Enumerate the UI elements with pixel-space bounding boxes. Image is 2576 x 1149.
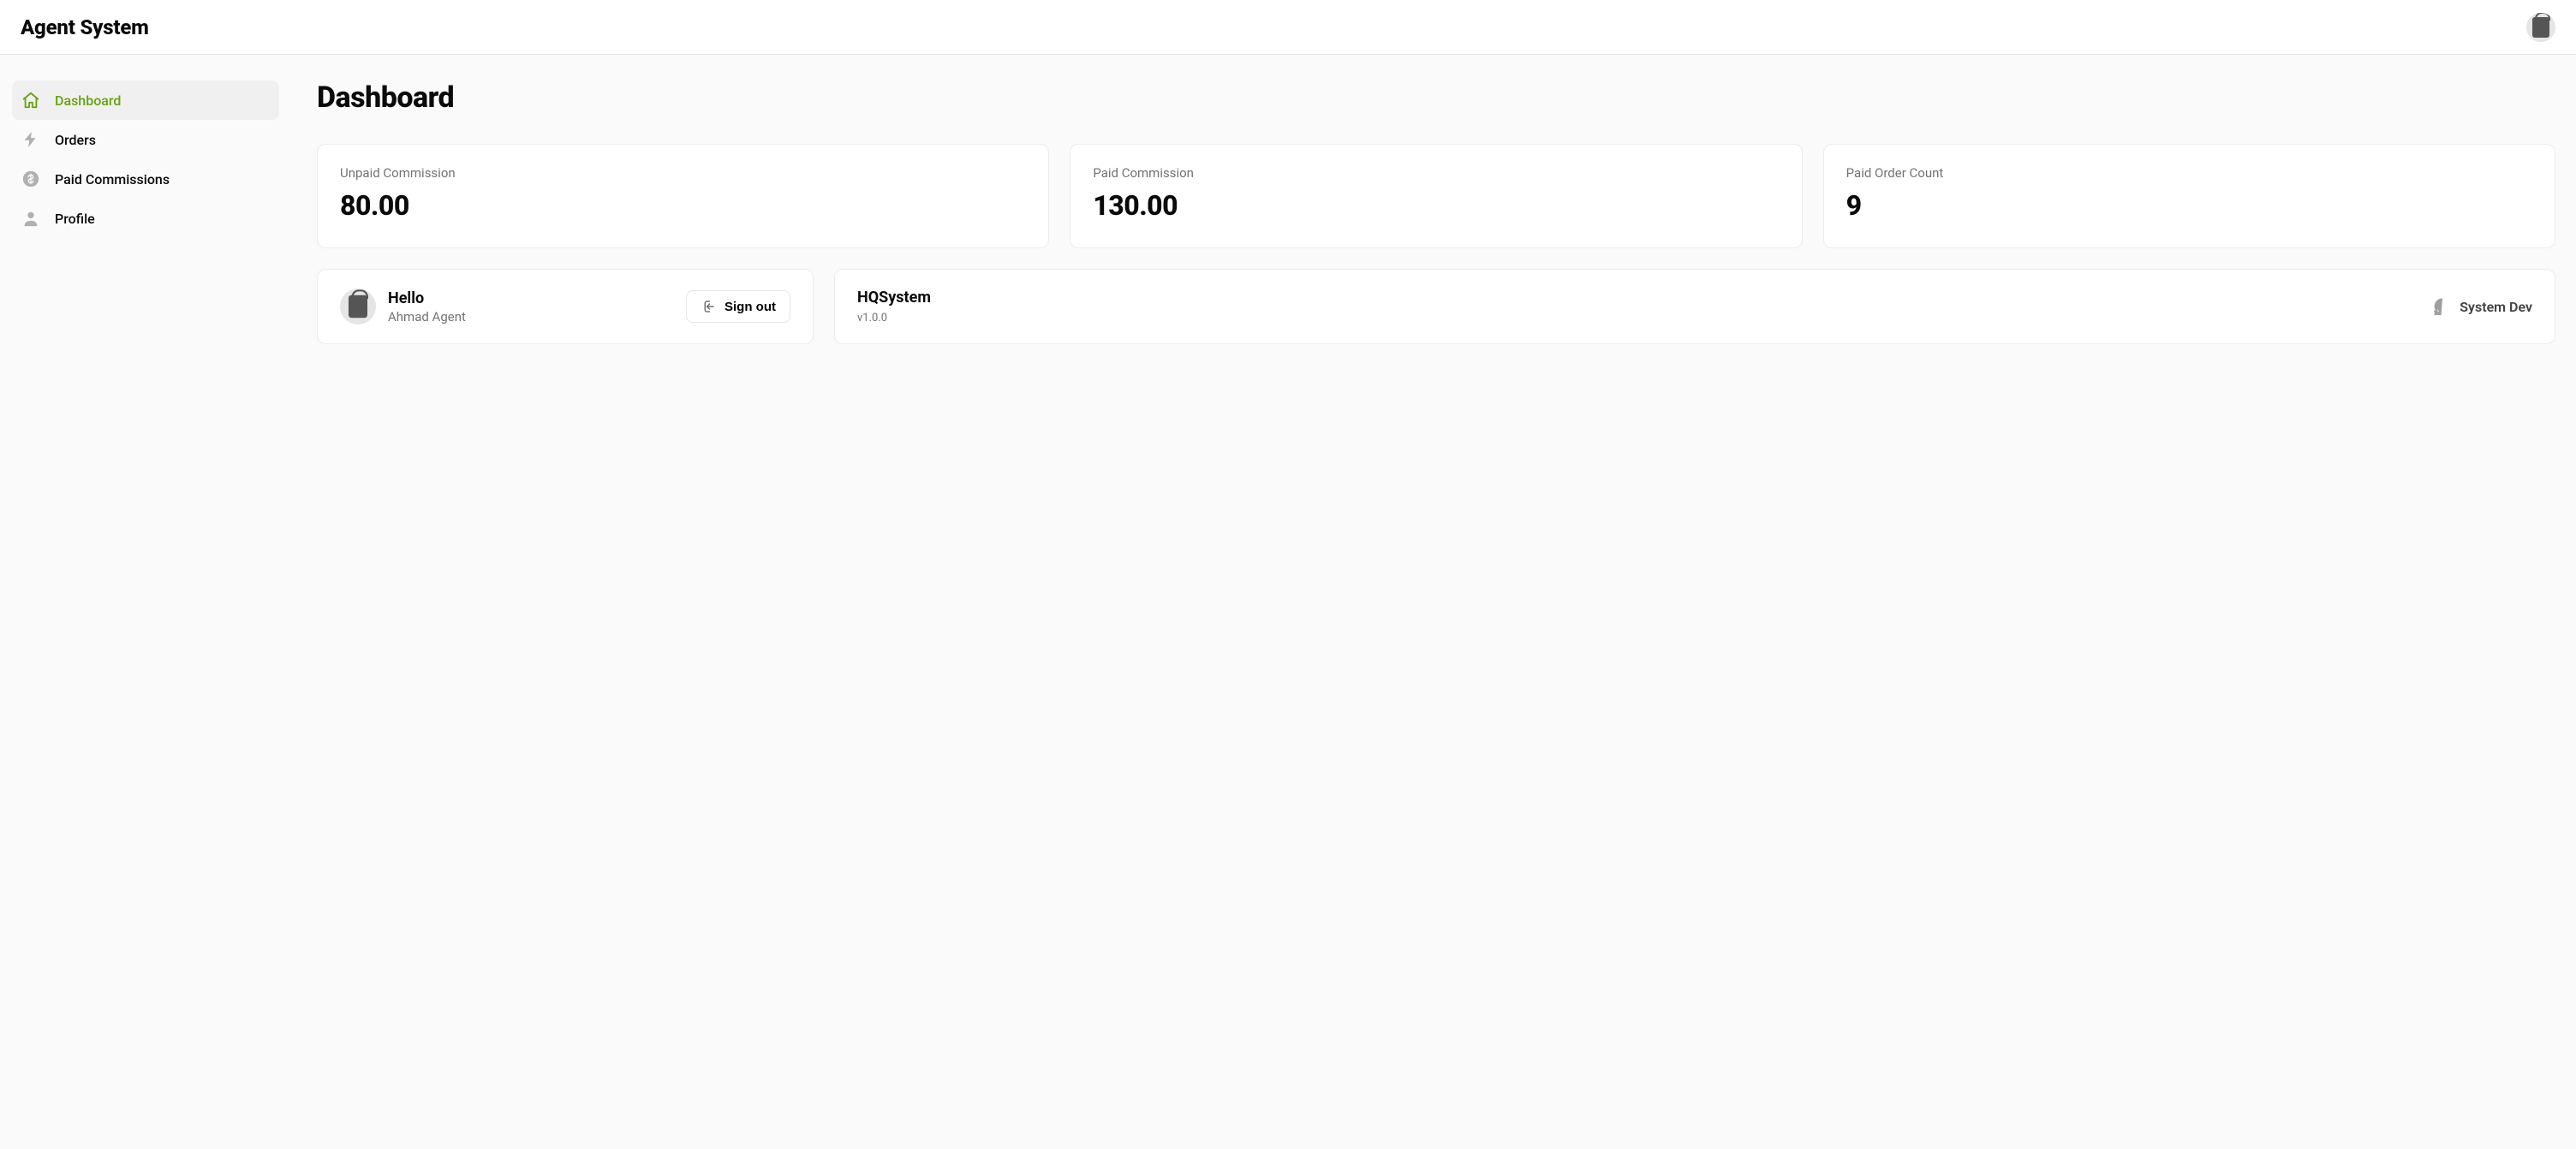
sign-out-icon xyxy=(701,299,716,314)
sign-out-button[interactable]: Sign out xyxy=(686,290,790,323)
page-body: Dashboard Orders Paid Commissions Profil… xyxy=(0,55,2576,1149)
sidebar-item-orders[interactable]: Orders xyxy=(12,120,279,159)
stat-card-paid-commission: Paid Commission 130.00 xyxy=(1070,144,1802,248)
github-icon xyxy=(2434,298,2451,315)
topbar: Agent System xyxy=(0,0,2576,55)
sidebar-item-paid-commissions[interactable]: Paid Commissions xyxy=(12,159,279,199)
app-title: Agent System xyxy=(21,15,149,39)
sidebar-item-label: Paid Commissions xyxy=(55,171,170,188)
stat-value: 9 xyxy=(1846,189,2532,222)
user-name: Ahmad Agent xyxy=(388,309,466,324)
sidebar: Dashboard Orders Paid Commissions Profil… xyxy=(0,55,291,1149)
bolt-icon xyxy=(21,129,41,150)
system-dev-label: System Dev xyxy=(2460,299,2532,315)
user-greeting: Hello xyxy=(388,289,466,307)
sidebar-item-profile[interactable]: Profile xyxy=(12,199,279,238)
stat-label: Paid Commission xyxy=(1093,165,1779,181)
sign-out-label: Sign out xyxy=(724,300,776,314)
system-dev-link[interactable]: System Dev xyxy=(2434,298,2532,315)
user-icon xyxy=(21,208,41,229)
card-user: Hello Ahmad Agent Sign out xyxy=(317,269,814,344)
main: Dashboard Unpaid Commission 80.00 Paid C… xyxy=(291,55,2576,1149)
page-title: Dashboard xyxy=(317,80,2555,115)
system-name: HQSystem xyxy=(857,289,931,307)
sidebar-item-label: Dashboard xyxy=(55,92,121,109)
sidebar-item-dashboard[interactable]: Dashboard xyxy=(12,80,279,120)
system-info: HQSystem v1.0.0 xyxy=(857,289,931,324)
avatar-image xyxy=(349,295,367,318)
stat-label: Paid Order Count xyxy=(1846,165,2532,181)
sidebar-item-label: Profile xyxy=(55,211,95,227)
stat-value: 130.00 xyxy=(1093,189,1779,222)
home-icon xyxy=(21,90,41,110)
sidebar-item-label: Orders xyxy=(55,132,96,148)
user-text: Hello Ahmad Agent xyxy=(388,289,466,324)
card-system: HQSystem v1.0.0 System Dev xyxy=(834,269,2555,344)
stat-card-paid-order-count: Paid Order Count 9 xyxy=(1823,144,2555,248)
stat-label: Unpaid Commission xyxy=(340,165,1026,181)
dollar-circle-icon xyxy=(21,169,41,189)
info-row: Hello Ahmad Agent Sign out HQSystem v1.0… xyxy=(317,269,2555,344)
stat-value: 80.00 xyxy=(340,189,1026,222)
system-version: v1.0.0 xyxy=(857,312,931,324)
stat-card-unpaid-commission: Unpaid Commission 80.00 xyxy=(317,144,1049,248)
user-info: Hello Ahmad Agent xyxy=(340,289,466,324)
avatar xyxy=(340,289,376,324)
avatar-image xyxy=(2532,17,2549,38)
stats-row: Unpaid Commission 80.00 Paid Commission … xyxy=(317,144,2555,248)
avatar[interactable] xyxy=(2526,13,2555,42)
